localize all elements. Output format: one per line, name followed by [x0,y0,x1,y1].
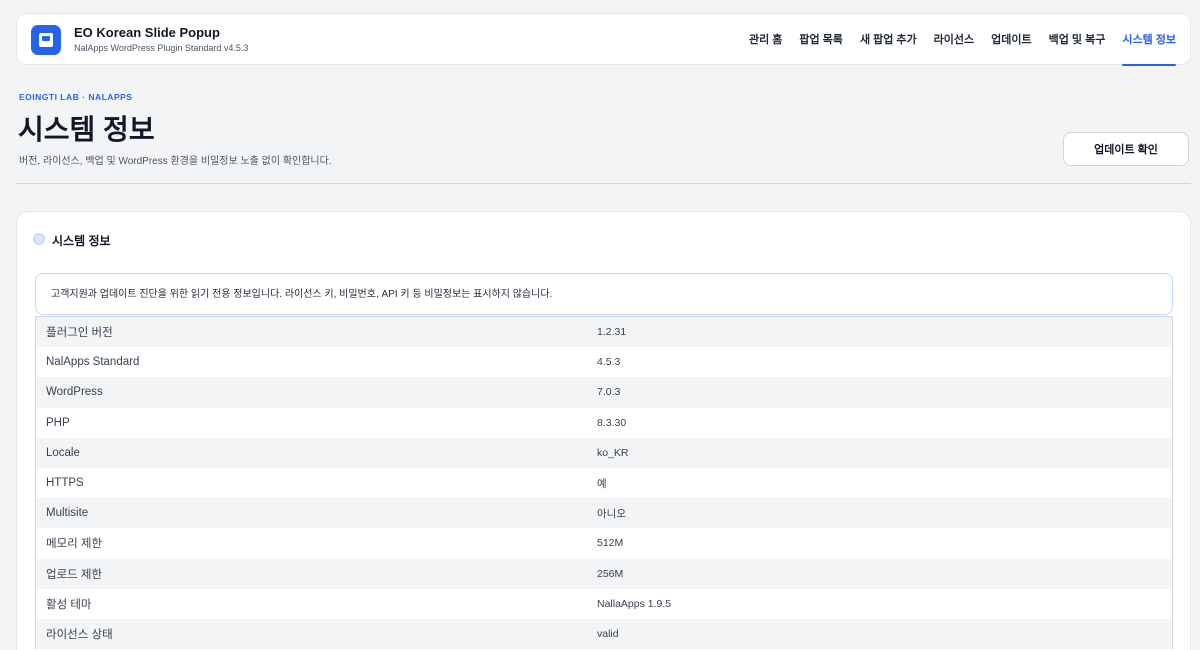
system-info-table: 플러그인 버전 1.2.31 NalApps Standard 4.5.3 Wo… [35,316,1173,650]
row-value: 512M [597,537,624,550]
row-value: 1.2.31 [597,326,627,339]
table-row: NalApps Standard 4.5.3 [36,347,1172,378]
card-title: 시스템 정보 [52,234,111,248]
nav-item-admin-home[interactable]: 관리 홈 [749,14,782,66]
row-value: NallaApps 1.9.5 [597,597,672,610]
page-title: 시스템 정보 [18,114,155,145]
row-key: HTTPS [46,477,84,490]
system-info-card: 시스템 정보 고객지원과 업데이트 진단을 위한 읽기 전용 정보입니다. 라이… [16,211,1191,650]
nav-item-system-info[interactable]: 시스템 정보 [1122,14,1176,66]
table-row: 메모리 제한 512M [36,528,1172,559]
main-nav: 관리 홈 팝업 목록 새 팝업 추가 라이선스 업데이트 백업 및 복구 시스템… [749,14,1176,66]
nav-item-popup-list[interactable]: 팝업 목록 [799,14,843,66]
row-key: 메모리 제한 [46,538,103,551]
table-row: 플러그인 버전 1.2.31 [36,317,1172,348]
row-key: WordPress [46,386,103,399]
table-row: 라이선스 상태 valid [36,618,1172,650]
plugin-logo-icon [31,25,61,55]
row-key: Multisite [46,507,89,520]
row-key: 라이선스 상태 [46,628,113,641]
table-row: 활성 테마 NallaApps 1.9.5 [36,588,1172,619]
table-row: Locale ko_KR [36,437,1172,468]
nav-item-backup-restore[interactable]: 백업 및 복구 [1049,14,1106,66]
row-value: 256M [597,567,624,580]
row-key: 활성 테마 [46,598,92,611]
check-update-button[interactable]: 업데이트 확인 [1063,132,1189,166]
row-value: 7.0.3 [597,386,621,399]
table-row: PHP 8.3.30 [36,407,1172,438]
row-value: ko_KR [597,446,629,459]
page-eyebrow: EOINGTI LAB · NALAPPS [19,92,133,102]
top-header: EO Korean Slide Popup NalApps WordPress … [16,13,1191,66]
table-row: WordPress 7.0.3 [36,377,1172,408]
readonly-notice: 고객지원과 업데이트 진단을 위한 읽기 전용 정보입니다. 라이선스 키, 비… [35,273,1173,315]
table-row: Multisite 아니오 [36,498,1172,529]
row-key: NalApps Standard [46,356,140,369]
row-value: 8.3.30 [597,416,627,429]
row-key: 플러그인 버전 [46,327,113,340]
page-description: 버전, 라이선스, 백업 및 WordPress 환경을 비밀정보 노출 없이 … [19,156,332,167]
nav-item-update[interactable]: 업데이트 [991,14,1031,66]
table-row: 업로드 제한 256M [36,558,1172,589]
row-key: PHP [46,416,70,429]
status-dot-icon [33,233,45,245]
nav-item-add-popup[interactable]: 새 팝업 추가 [860,14,917,66]
header-divider [16,183,1191,184]
plugin-subtitle: NalApps WordPress Plugin Standard v4.5.3 [74,43,249,53]
table-row: HTTPS 예 [36,467,1172,499]
row-value: 4.5.3 [597,356,621,369]
row-value: valid [597,627,619,640]
nav-item-license[interactable]: 라이선스 [934,14,974,66]
row-key: 업로드 제한 [46,568,103,581]
row-key: Locale [46,446,80,459]
row-value: 예 [597,477,607,490]
plugin-title: EO Korean Slide Popup [74,25,220,40]
row-value: 아니오 [597,507,626,520]
